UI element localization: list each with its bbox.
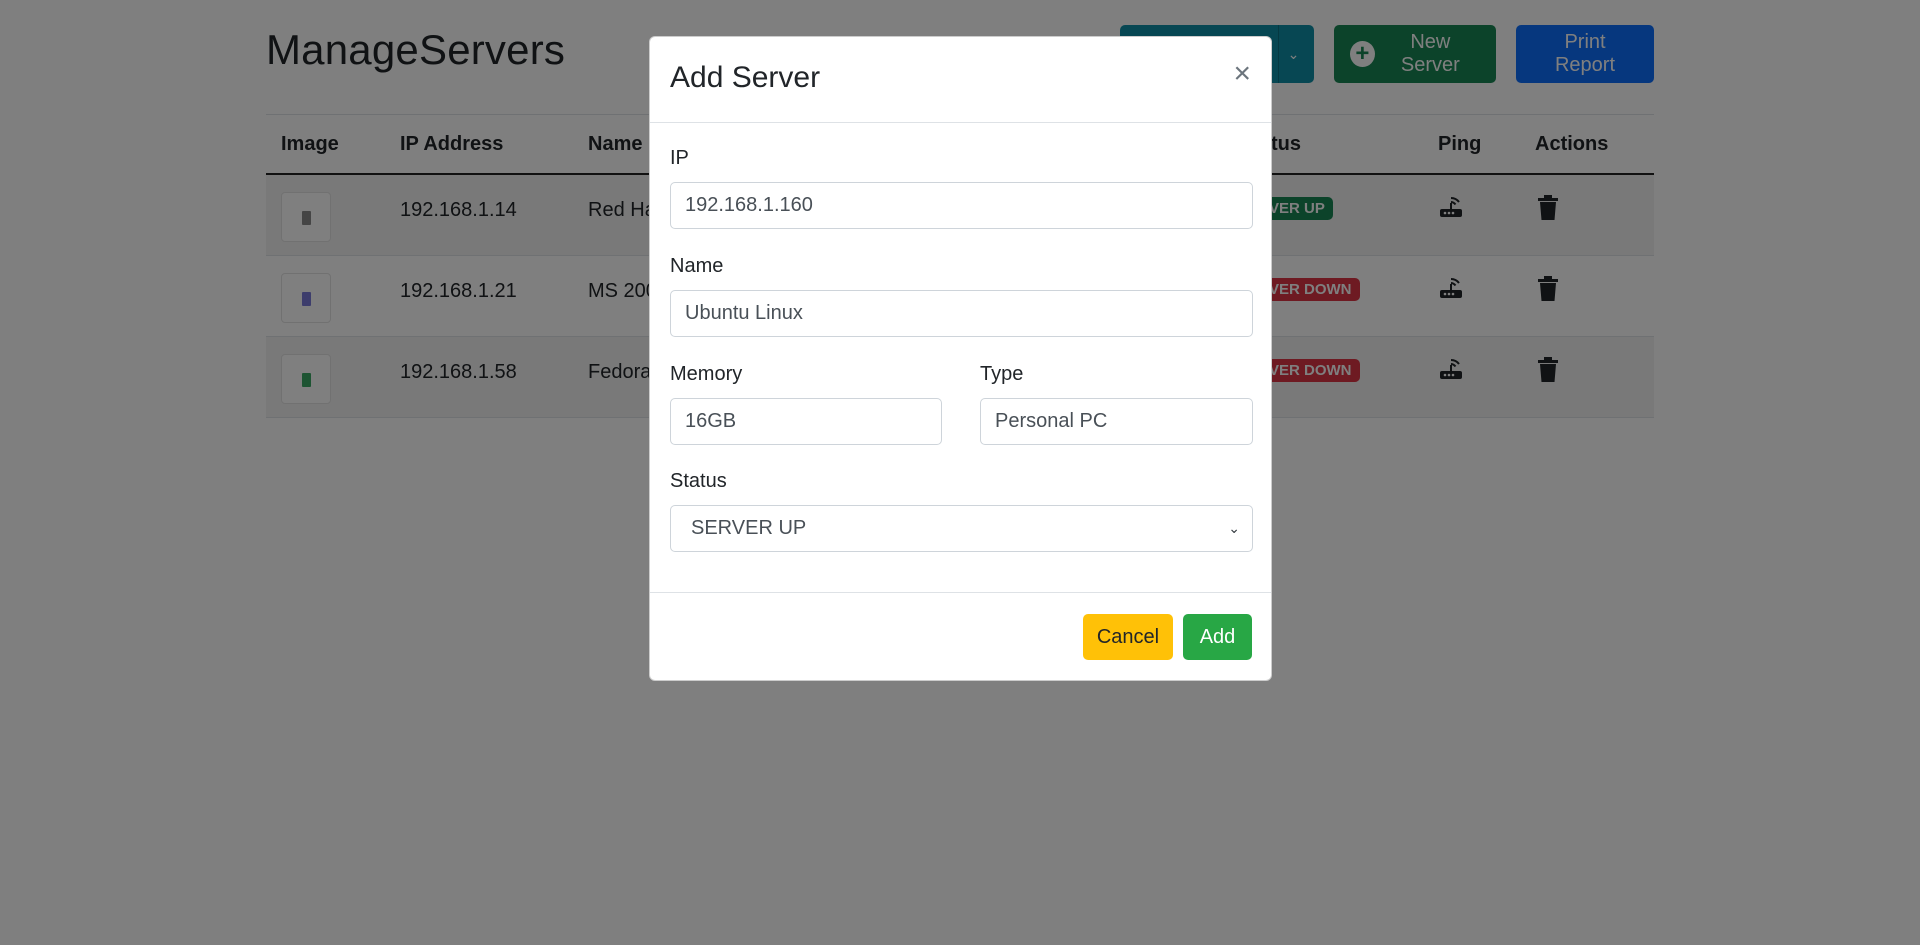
modal-footer-divider <box>650 592 1271 593</box>
memory-label: Memory <box>670 363 743 385</box>
ip-label: IP <box>670 147 689 169</box>
type-label: Type <box>980 363 1024 385</box>
status-select-value: SERVER UP <box>691 517 807 539</box>
chevron-down-icon: ⌄ <box>1228 520 1240 536</box>
cancel-button[interactable]: Cancel <box>1083 614 1173 660</box>
name-label: Name <box>670 255 724 277</box>
close-icon[interactable]: × <box>1233 59 1251 89</box>
type-field[interactable]: Personal PC <box>980 398 1253 445</box>
add-server-modal: Add Server × IP 192.168.1.160 Name Ubunt… <box>649 36 1272 681</box>
memory-field[interactable]: 16GB <box>670 398 942 445</box>
add-button[interactable]: Add <box>1183 614 1252 660</box>
ip-field[interactable]: 192.168.1.160 <box>670 182 1253 229</box>
name-field[interactable]: Ubuntu Linux <box>670 290 1253 337</box>
modal-header: Add Server × <box>650 37 1271 123</box>
modal-title: Add Server <box>670 61 821 94</box>
status-select[interactable]: SERVER UP ⌄ <box>670 505 1253 552</box>
status-label: Status <box>670 470 727 492</box>
